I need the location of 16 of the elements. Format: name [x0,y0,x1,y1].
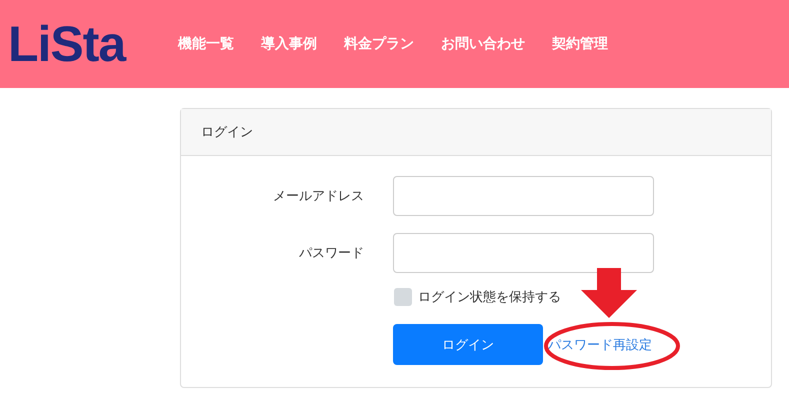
logo[interactable]: LiSta [8,15,168,73]
card-title: ログイン [201,124,253,141]
nav-link[interactable]: 契約管理 [552,35,608,53]
checkbox[interactable] [394,288,412,306]
field-label: パスワード [298,245,364,262]
arrow-icon [581,268,637,318]
checkbox-label: ログイン状態を保持する [418,289,561,306]
nav-link[interactable]: 料金プラン [344,35,414,53]
field-label: メールアドレス [272,188,364,205]
input-field[interactable] [393,176,654,216]
input-field[interactable] [393,233,654,273]
nav-link[interactable]: 導入事例 [261,35,317,53]
login-button[interactable]: ログイン [393,324,543,365]
password-reset-link[interactable]: パスワード再設定 [548,336,652,354]
nav-link[interactable]: 機能一覧 [178,35,234,53]
nav-link[interactable]: お問い合わせ [441,35,525,53]
